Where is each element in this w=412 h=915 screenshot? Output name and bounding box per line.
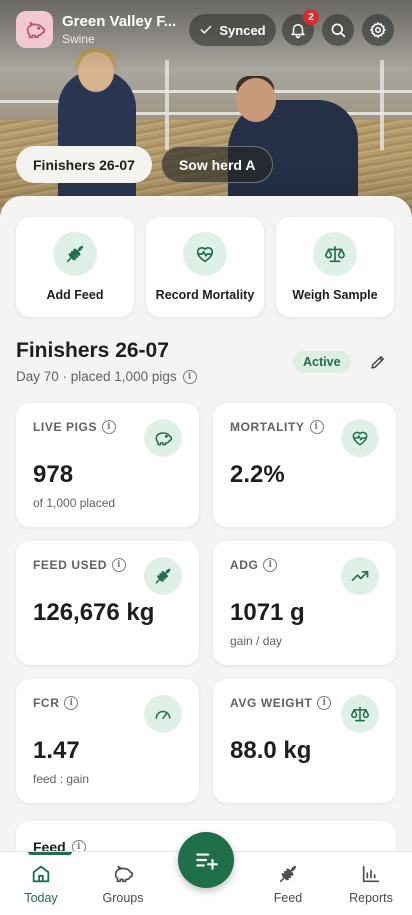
info-icon[interactable]: i bbox=[182, 369, 197, 384]
group-chips: Finishers 26-07 Sow herd A bbox=[16, 146, 274, 183]
weigh-sample-label: Weigh Sample bbox=[292, 288, 378, 302]
search-button[interactable] bbox=[322, 14, 354, 46]
record-mortality-button[interactable]: Record Mortality bbox=[146, 217, 264, 317]
settings-button[interactable] bbox=[362, 14, 394, 46]
add-feed-label: Add Feed bbox=[46, 288, 104, 302]
add-feed-button[interactable]: Add Feed bbox=[16, 217, 134, 317]
heart-pulse-icon bbox=[352, 431, 368, 446]
pencil-icon bbox=[371, 356, 384, 369]
metric-label: MORTALITY bbox=[230, 420, 305, 434]
notification-count-badge: 2 bbox=[303, 9, 319, 25]
top-bar: Green Valley F... Swine Synced 2 bbox=[0, 0, 412, 60]
wheat-icon bbox=[66, 245, 84, 263]
gauge-icon bbox=[155, 710, 171, 719]
edit-group-button[interactable] bbox=[366, 350, 390, 374]
trend-up-icon bbox=[351, 571, 369, 581]
pig-icon bbox=[155, 432, 173, 446]
info-icon[interactable]: i bbox=[263, 558, 278, 572]
metric-subtext: of 1,000 placed bbox=[33, 496, 116, 510]
metric-card-mortality[interactable]: MORTALITY i 2.2% bbox=[213, 403, 396, 527]
wheat-icon bbox=[279, 865, 297, 883]
bell-icon bbox=[291, 24, 305, 39]
info-icon[interactable]: i bbox=[317, 696, 332, 710]
farm-type: Swine bbox=[62, 32, 95, 46]
group-subtitle: Day 70 · placed 1,000 pigs i bbox=[16, 369, 197, 384]
nav-feed[interactable]: Feed bbox=[248, 852, 328, 915]
metric-value: 88.0 kg bbox=[230, 737, 312, 764]
metric-label: ADG bbox=[230, 558, 259, 572]
metric-subtext: feed : gain bbox=[33, 772, 90, 786]
chip-finishers[interactable]: Finishers 26-07 bbox=[16, 146, 152, 183]
bar-chart-icon bbox=[362, 865, 380, 883]
pig-icon bbox=[114, 865, 133, 883]
metric-value: 1.47 bbox=[33, 737, 80, 764]
wheat-icon bbox=[155, 568, 171, 584]
record-mortality-label: Record Mortality bbox=[155, 288, 255, 302]
check-icon bbox=[200, 25, 212, 34]
weigh-sample-button[interactable]: Weigh Sample bbox=[276, 217, 394, 317]
quick-actions: Add Feed Record Mortality Weigh Sample bbox=[16, 217, 394, 317]
home-icon bbox=[32, 865, 50, 883]
metric-card-feed-used[interactable]: FEED USED i 126,676 kg bbox=[16, 541, 199, 665]
metric-card-adg[interactable]: ADG i 1071 g gain / day bbox=[213, 541, 396, 665]
nav-reports-label: Reports bbox=[349, 891, 393, 905]
sync-status-label: Synced bbox=[219, 22, 266, 38]
chip-sow-herd[interactable]: Sow herd A bbox=[160, 146, 274, 183]
farm-name[interactable]: Green Valley F... bbox=[62, 13, 176, 30]
gear-icon bbox=[370, 22, 386, 38]
heart-pulse-icon bbox=[196, 247, 214, 263]
sync-status-pill[interactable]: Synced bbox=[189, 14, 276, 46]
metric-value: 126,676 kg bbox=[33, 599, 155, 626]
quick-add-fab[interactable] bbox=[178, 832, 234, 888]
pig-icon bbox=[26, 21, 45, 38]
info-icon[interactable]: i bbox=[64, 696, 79, 710]
metric-card-fcr[interactable]: FCR i 1.47 feed : gain bbox=[16, 679, 199, 803]
notifications-button[interactable]: 2 bbox=[282, 9, 319, 46]
scale-icon bbox=[325, 245, 345, 263]
group-subtitle-text: Day 70 · placed 1,000 pigs bbox=[16, 369, 177, 384]
info-icon[interactable]: i bbox=[112, 558, 127, 572]
nav-feed-label: Feed bbox=[273, 891, 303, 905]
nav-groups-label: Groups bbox=[102, 891, 144, 905]
info-icon[interactable]: i bbox=[309, 420, 324, 434]
farm-avatar[interactable] bbox=[16, 11, 53, 48]
metric-label: FEED USED bbox=[33, 558, 108, 572]
metric-value: 1071 g bbox=[230, 599, 305, 626]
nav-groups[interactable]: Groups bbox=[83, 852, 163, 915]
metric-card-avg-weight[interactable]: AVG WEIGHT i 88.0 kg bbox=[213, 679, 396, 803]
scale-icon bbox=[350, 706, 370, 722]
status-badge: Active bbox=[293, 351, 351, 373]
search-icon bbox=[331, 23, 346, 38]
metric-label: LIVE PIGS bbox=[33, 420, 98, 434]
group-title: Finishers 26-07 bbox=[16, 339, 169, 362]
add-list-icon bbox=[196, 853, 218, 870]
metric-label: FCR bbox=[33, 696, 60, 710]
nav-today-label: Today bbox=[24, 891, 58, 905]
metric-card-live-pigs[interactable]: LIVE PIGS i 978 of 1,000 placed bbox=[16, 403, 199, 527]
nav-today[interactable]: Today bbox=[1, 852, 81, 915]
metric-label: AVG WEIGHT bbox=[230, 696, 313, 710]
metric-subtext: gain / day bbox=[230, 634, 283, 648]
metric-value: 2.2% bbox=[230, 461, 285, 488]
info-icon[interactable]: i bbox=[102, 420, 117, 434]
nav-active-indicator bbox=[28, 852, 72, 855]
metric-value: 978 bbox=[33, 461, 74, 488]
nav-reports[interactable]: Reports bbox=[331, 852, 411, 915]
